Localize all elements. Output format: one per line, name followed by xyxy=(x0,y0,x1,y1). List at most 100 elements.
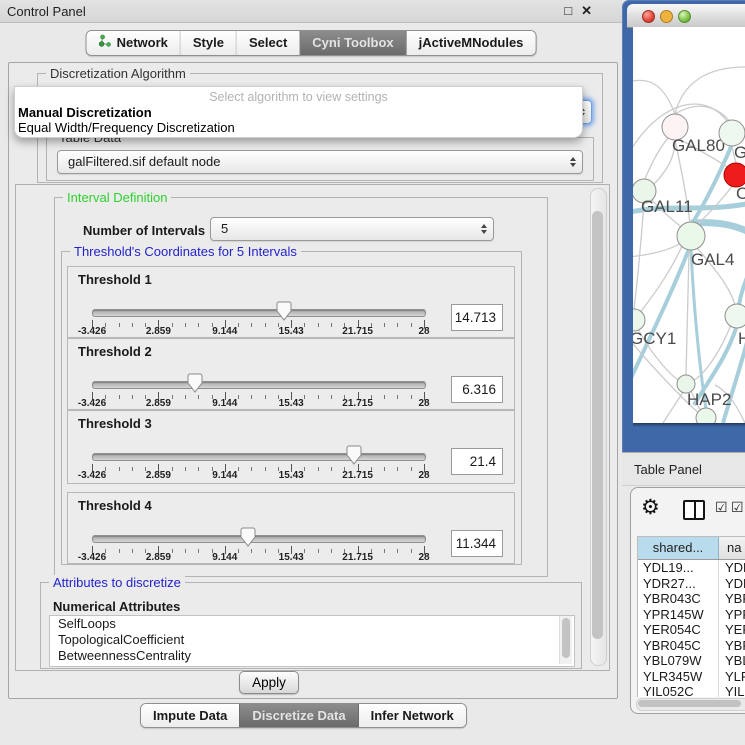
tab-label: Infer Network xyxy=(371,704,454,727)
network-edge[interactable] xyxy=(633,80,675,114)
numerical-attributes-list[interactable]: SelfLoopsTopologicalCoefficientBetweenne… xyxy=(49,615,575,667)
cell-shared-name[interactable]: YBL079W xyxy=(638,653,719,669)
tab-label: Select xyxy=(249,31,287,55)
cyni-toolbox-panel: Discretization Algorithm Table Data galF… xyxy=(8,62,618,699)
tab-infer-network[interactable]: Infer Network xyxy=(358,704,466,727)
cell-shared-name[interactable]: YER054C xyxy=(638,622,719,638)
cell-name[interactable]: YPR1 xyxy=(719,607,745,623)
tab-network[interactable]: Network xyxy=(87,31,180,55)
table-body: YDL19...YDL1YDR27...YDR2YBR043CYBR0YPR14… xyxy=(638,560,745,697)
table-row[interactable]: YBR045CYBR0 xyxy=(638,638,745,654)
network-node-label: GAL4 xyxy=(691,250,734,269)
minimize-traffic-light-icon[interactable] xyxy=(660,10,673,23)
cell-name[interactable]: YER0 xyxy=(719,622,745,638)
threshold-value-field[interactable]: 21.4 xyxy=(451,448,503,475)
cell-name[interactable]: YDL1 xyxy=(719,560,745,576)
group-title: Threshold's Coordinates for 5 Intervals xyxy=(70,244,301,259)
attribute-list-item[interactable]: BetweennessCentrality xyxy=(50,648,574,664)
scrollbar-thumb[interactable] xyxy=(592,211,603,639)
threshold-value-field[interactable]: 11.344 xyxy=(451,530,503,557)
columns-icon[interactable] xyxy=(683,500,705,520)
tab-style[interactable]: Style xyxy=(180,31,236,55)
column-header-shared-name[interactable]: shared... xyxy=(638,537,719,559)
settings-vertical-scrollbar[interactable] xyxy=(590,188,607,666)
cell-shared-name[interactable]: YBR045C xyxy=(638,638,719,654)
network-node-label: GAL11 xyxy=(641,197,693,216)
threshold-slider-thumb[interactable] xyxy=(187,373,203,393)
network-edge[interactable] xyxy=(663,392,683,423)
dropdown-option-equal-width[interactable]: Equal Width/Frequency Discretization xyxy=(15,120,582,135)
number-of-intervals-select[interactable]: 5 xyxy=(210,217,494,241)
cell-name[interactable]: YBL0 xyxy=(719,653,745,669)
scrollbar-thumb[interactable] xyxy=(638,700,741,707)
threshold-slider-track[interactable] xyxy=(92,535,426,543)
cell-shared-name[interactable]: YBR043C xyxy=(638,591,719,607)
tab-select[interactable]: Select xyxy=(236,31,299,55)
network-node[interactable] xyxy=(633,309,645,331)
cell-shared-name[interactable]: YDR27... xyxy=(638,576,719,592)
table-row[interactable]: YIL052CYIL0 xyxy=(638,684,745,697)
cell-shared-name[interactable]: YDL19... xyxy=(638,560,719,576)
cell-name[interactable]: YBR0 xyxy=(719,591,745,607)
tab-jactivemnodules[interactable]: jActiveMNodules xyxy=(406,31,536,55)
attribute-list-item[interactable]: SelfLoops xyxy=(50,616,574,632)
cell-name[interactable]: YLR3 xyxy=(719,669,745,685)
threshold-slider-thumb[interactable] xyxy=(346,445,362,465)
network-edge[interactable] xyxy=(645,136,670,179)
checked-checkbox-icon[interactable]: ☑ xyxy=(715,499,728,516)
network-edge[interactable] xyxy=(686,250,689,375)
table-data-select[interactable]: galFiltered.sif default node xyxy=(57,150,583,174)
tab-discretize-data[interactable]: Discretize Data xyxy=(239,704,357,727)
table-row[interactable]: YER054CYER0 xyxy=(638,622,745,638)
tab-label: Cyni Toolbox xyxy=(312,31,393,55)
gear-icon[interactable]: ⚙ xyxy=(641,496,660,520)
network-node[interactable] xyxy=(725,304,745,328)
table-row[interactable]: YBR043CYBR0 xyxy=(638,591,745,607)
table-row[interactable]: YPR145WYPR1 xyxy=(638,607,745,623)
tab-cyni-toolbox[interactable]: Cyni Toolbox xyxy=(299,31,405,55)
threshold-slider-thumb[interactable] xyxy=(276,301,292,321)
number-of-intervals-value: 5 xyxy=(221,221,228,236)
network-window-titlebar[interactable] xyxy=(627,4,745,28)
threshold-label: Threshold 4 xyxy=(78,498,152,513)
network-node-label: GCY1 xyxy=(633,329,676,348)
threshold-slider-track[interactable] xyxy=(92,309,426,317)
interval-definition-group: Interval Definition Number of Intervals … xyxy=(54,197,548,577)
network-node[interactable] xyxy=(696,408,716,423)
tab-impute-data[interactable]: Impute Data xyxy=(141,704,239,727)
algorithm-dropdown-popup: Select algorithm to view settings Manual… xyxy=(14,86,583,138)
float-window-icon[interactable]: □ xyxy=(564,0,572,22)
attribute-list-scrollbar[interactable] xyxy=(559,616,572,664)
table-row[interactable]: YBL079WYBL0 xyxy=(638,653,745,669)
close-icon[interactable]: ✕ xyxy=(581,0,592,22)
table-row[interactable]: YLR345WYLR3 xyxy=(638,669,745,685)
dropdown-option-manual-discretization[interactable]: Manual Discretization xyxy=(15,105,582,120)
cell-name[interactable]: YIL0 xyxy=(719,684,745,697)
cell-name[interactable]: YBR0 xyxy=(719,638,745,654)
threshold-value-field[interactable]: 6.316 xyxy=(451,376,503,403)
table-row[interactable]: YDL19...YDL1 xyxy=(638,560,745,576)
cell-shared-name[interactable]: YPR145W xyxy=(638,607,719,623)
threshold-slider-track[interactable] xyxy=(92,453,426,461)
threshold-value-field[interactable]: 14.713 xyxy=(451,304,503,331)
cell-shared-name[interactable]: YIL052C xyxy=(638,684,719,697)
checked-checkbox-icon[interactable]: ☑ xyxy=(731,499,744,516)
threshold-slider-thumb[interactable] xyxy=(240,527,256,547)
close-traffic-light-icon[interactable] xyxy=(642,10,655,23)
table-data-selected-value: galFiltered.sif default node xyxy=(68,154,220,169)
cell-name[interactable]: YDR2 xyxy=(719,576,745,592)
network-view[interactable]: GAL80GACGAL11GAL4GCY1HHAP2 xyxy=(633,27,745,423)
threshold-2-box: Threshold 2 -3.4262.8599.14415.4321.7152… xyxy=(67,338,515,410)
table-horizontal-scrollbar[interactable] xyxy=(636,698,745,711)
dropdown-hint-item: Select algorithm to view settings xyxy=(15,87,582,105)
threshold-slider-track[interactable] xyxy=(92,381,426,389)
network-node[interactable] xyxy=(677,222,705,250)
apply-button[interactable]: Apply xyxy=(239,671,299,694)
panel-tabs: Network Style Select Cyni Toolbox jActiv… xyxy=(86,30,537,56)
table-row[interactable]: YDR27...YDR2 xyxy=(638,576,745,592)
attribute-list-item[interactable]: TopologicalCoefficient xyxy=(50,632,574,648)
cell-shared-name[interactable]: YLR345W xyxy=(638,669,719,685)
column-header-name[interactable]: na xyxy=(719,537,745,559)
zoom-traffic-light-icon[interactable] xyxy=(678,10,691,23)
table-panel-title: Table Panel xyxy=(622,462,702,477)
